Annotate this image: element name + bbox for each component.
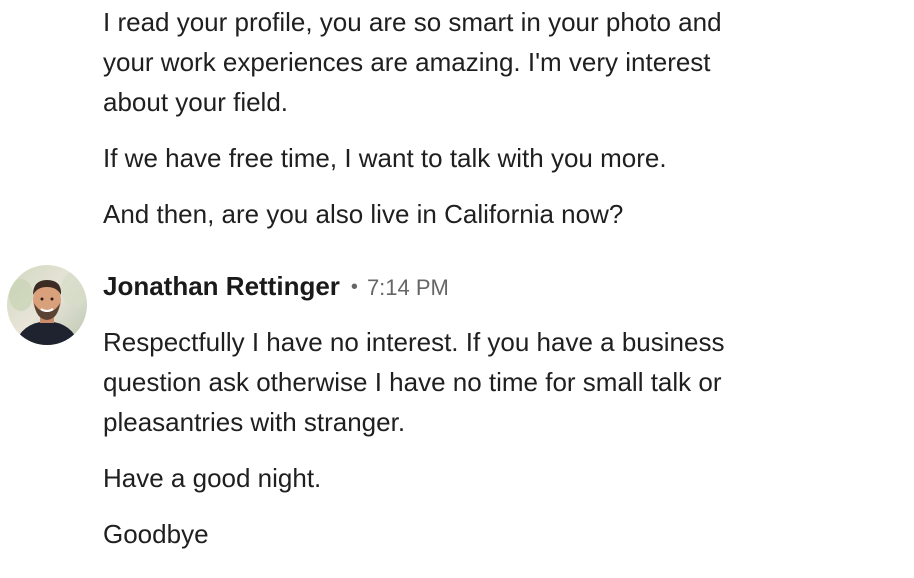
sender-name[interactable]: Jonathan Rettinger bbox=[103, 271, 340, 302]
message-line: And then, are you also live in Californi… bbox=[103, 199, 624, 229]
message-paragraph: I read your profile, you are so smart in… bbox=[103, 2, 722, 122]
message-line: Goodbye bbox=[103, 519, 209, 549]
message-paragraph: And then, are you also live in Californi… bbox=[103, 194, 623, 234]
message-paragraph: Respectfully I have no interest. If you … bbox=[103, 322, 724, 442]
message-line: your work experiences are amazing. I'm v… bbox=[103, 47, 711, 77]
message-header: Jonathan Rettinger • 7:14 PM bbox=[103, 266, 449, 306]
message-paragraph: If we have free time, I want to talk wit… bbox=[103, 138, 667, 178]
message-line: about your field. bbox=[103, 87, 289, 117]
avatar[interactable] bbox=[7, 265, 87, 345]
message-line: Have a good night. bbox=[103, 463, 322, 493]
message-line: I read your profile, you are so smart in… bbox=[103, 7, 722, 37]
timestamp: 7:14 PM bbox=[366, 275, 449, 300]
message-line: If we have free time, I want to talk wit… bbox=[103, 143, 667, 173]
message-line: question ask otherwise I have no time fo… bbox=[103, 367, 722, 397]
message-paragraph: Have a good night. bbox=[103, 458, 321, 498]
separator-dot: • bbox=[350, 275, 358, 298]
message-line: pleasantries with stranger. bbox=[103, 407, 406, 437]
profile-photo-icon bbox=[7, 265, 87, 345]
message-line: Respectfully I have no interest. If you … bbox=[103, 327, 725, 357]
message-paragraph: Goodbye bbox=[103, 514, 209, 554]
